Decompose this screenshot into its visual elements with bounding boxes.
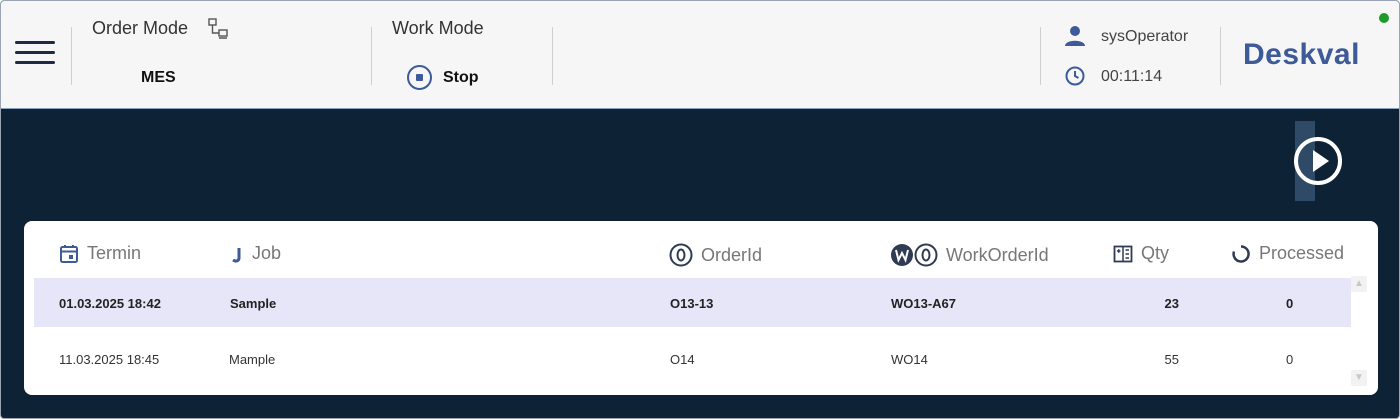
stop-icon[interactable] [407, 65, 432, 90]
column-header-work-order-id[interactable]: WorkOrderId [890, 243, 1049, 267]
order-mode-label: Order Mode [92, 18, 189, 38]
divider [1220, 27, 1221, 85]
column-label: Processed [1259, 243, 1345, 263]
cell-termin: 11.03.2025 18:45 [59, 352, 160, 367]
brand-logo: Deskval [1243, 38, 1360, 71]
divider [371, 27, 372, 85]
order-id-icon [669, 243, 693, 267]
table-row[interactable]: 01.03.2025 18:42 Sample O13-13 WO13-A67 … [34, 278, 1351, 327]
column-header-termin[interactable]: Termin [59, 243, 141, 264]
divider [552, 27, 553, 85]
job-icon [232, 247, 241, 263]
work-mode-value[interactable]: Stop [443, 69, 479, 87]
divider [71, 27, 72, 85]
column-label: Qty [1141, 243, 1170, 263]
column-label: Job [252, 243, 282, 263]
clock-icon [1065, 66, 1085, 86]
cell-qty: 23 [1164, 296, 1179, 311]
cell-job: Mample [229, 352, 276, 367]
cell-qty: 55 [1164, 352, 1179, 367]
column-label: WorkOrderId [946, 244, 1049, 265]
session-time: 00:11:14 [1101, 68, 1163, 85]
scroll-down-icon[interactable]: ▼ [1351, 370, 1367, 386]
cell-processed: 0 [1286, 352, 1294, 367]
order-mode-value: MES [141, 69, 176, 86]
calendar-icon [60, 244, 78, 263]
network-icon [208, 18, 228, 39]
column-header-processed[interactable]: Processed [1231, 243, 1344, 264]
work-order-id-icon [891, 243, 938, 267]
menu-icon[interactable] [15, 41, 55, 69]
status-indicator [1379, 13, 1389, 23]
cell-order-id: O13-13 [670, 296, 714, 311]
qty-icon [1113, 245, 1133, 262]
cell-termin: 01.03.2025 18:42 [59, 296, 161, 311]
column-label: OrderId [701, 244, 763, 265]
cell-work-order-id: WO13-A67 [891, 296, 957, 311]
column-header-job[interactable]: Job [230, 243, 281, 264]
cell-order-id: O14 [670, 352, 695, 367]
cell-work-order-id: WO14 [891, 352, 928, 367]
divider [1040, 27, 1041, 85]
work-mode-label: Work Mode [392, 18, 484, 38]
cell-processed: 0 [1286, 296, 1294, 311]
scroll-up-icon[interactable]: ▲ [1351, 276, 1367, 292]
table-scrollbar[interactable]: ▲ ▼ [1351, 276, 1369, 388]
order-table: Termin Job OrderId WorkOrderId Qty Proce… [24, 221, 1378, 395]
user-icon [1065, 26, 1085, 46]
table-row[interactable]: 11.03.2025 18:45 Mample O14 WO14 55 0 [34, 334, 1351, 383]
app-window: Order Mode MES Work Mode Stop sysOperato… [0, 0, 1400, 419]
column-header-qty[interactable]: Qty [1113, 243, 1169, 264]
cell-job: Sample [230, 296, 277, 311]
top-bar: Order Mode MES Work Mode Stop sysOperato… [1, 1, 1399, 109]
column-label: Termin [87, 243, 142, 263]
column-header-order-id[interactable]: OrderId [669, 243, 762, 267]
play-icon[interactable] [1294, 137, 1342, 185]
user-name: sysOperator [1101, 28, 1189, 45]
processed-icon [1232, 244, 1250, 263]
